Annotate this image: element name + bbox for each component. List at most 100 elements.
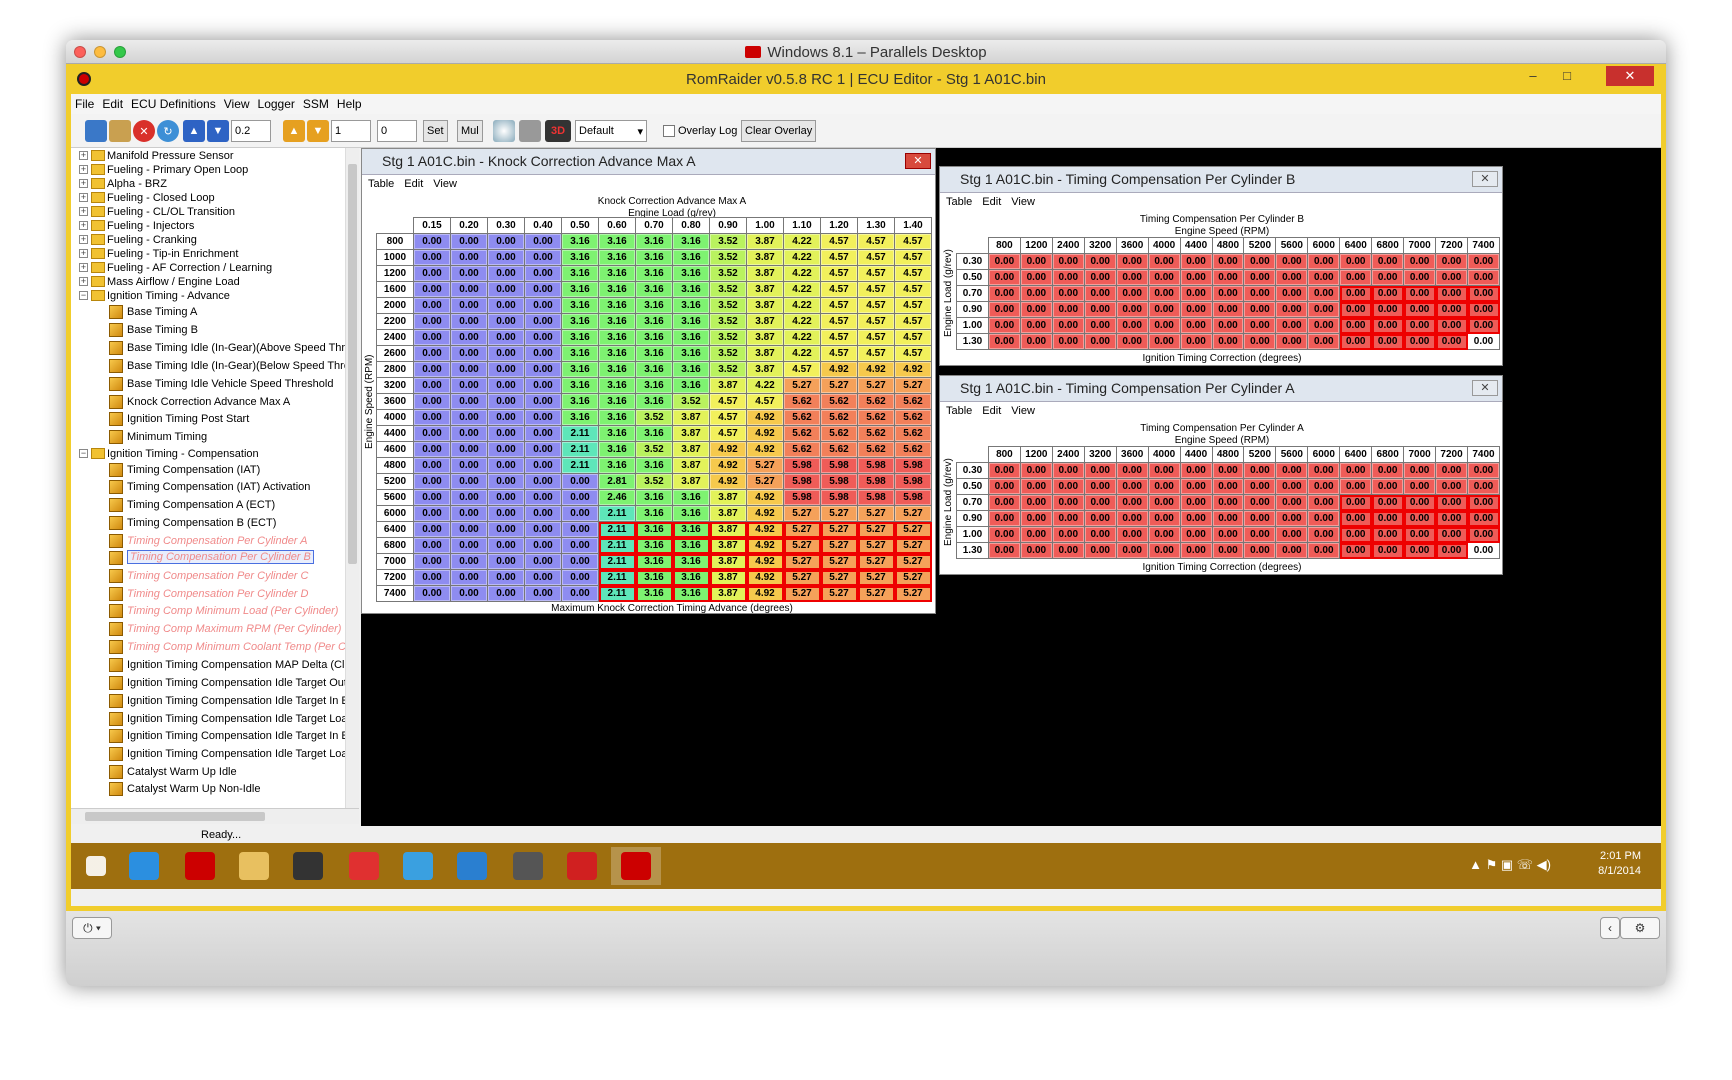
table-cell[interactable]: 0.00 <box>487 489 525 506</box>
tree-table-item[interactable]: Base Timing B <box>71 322 345 339</box>
table-cell[interactable]: 5.27 <box>857 505 895 522</box>
table-cell[interactable]: 0.00 <box>1083 301 1117 318</box>
table-cell[interactable]: 3.16 <box>561 313 599 330</box>
x-axis-header[interactable]: 1.20 <box>820 217 858 234</box>
table-cell[interactable]: 3.16 <box>672 489 710 506</box>
table-cell[interactable]: 4.22 <box>783 297 821 314</box>
table-cell[interactable]: 0.00 <box>1467 542 1500 559</box>
table-cell[interactable]: 0.00 <box>1115 253 1149 270</box>
table-cell[interactable]: 0.00 <box>450 489 488 506</box>
table-cell[interactable]: 0.00 <box>1339 494 1373 511</box>
y-axis-header[interactable]: 7200 <box>376 569 414 586</box>
table-cell[interactable]: 0.00 <box>1083 494 1117 511</box>
table-cell[interactable]: 0.00 <box>1051 478 1085 495</box>
table-cell[interactable]: 0.00 <box>1243 478 1277 495</box>
table-cell[interactable]: 3.16 <box>598 297 636 314</box>
table-cell[interactable]: 4.92 <box>820 361 858 378</box>
tree-table-item[interactable]: Base Timing Idle (In-Gear)(Above Speed T… <box>71 340 345 357</box>
y-axis-header[interactable]: 4800 <box>376 457 414 474</box>
table-cell[interactable]: 0.00 <box>524 265 562 282</box>
table-cell[interactable]: 3.87 <box>672 425 710 442</box>
table-cell[interactable]: 0.00 <box>524 489 562 506</box>
table-cell[interactable]: 0.00 <box>1339 269 1373 286</box>
table-cell[interactable]: 5.27 <box>746 457 784 474</box>
x-axis-header[interactable]: 1200 <box>1019 237 1053 254</box>
table-cell[interactable]: 3.16 <box>635 329 673 346</box>
table-cell[interactable]: 0.00 <box>1179 301 1213 318</box>
table-cell[interactable]: 3.52 <box>672 393 710 410</box>
table-cell[interactable]: 2.11 <box>598 537 636 554</box>
table-cell[interactable]: 0.00 <box>1115 462 1149 479</box>
table-cell[interactable]: 0.00 <box>487 409 525 426</box>
table-cell[interactable]: 0.00 <box>1243 526 1277 543</box>
table-cell[interactable]: 0.00 <box>1275 333 1309 350</box>
table-cell[interactable]: 0.00 <box>524 425 562 442</box>
table-cell[interactable]: 0.00 <box>1307 494 1341 511</box>
table-cell[interactable]: 0.00 <box>1339 478 1373 495</box>
table-cell[interactable]: 0.00 <box>1051 333 1085 350</box>
table-cell[interactable]: 3.16 <box>598 345 636 362</box>
table-cell[interactable]: 0.00 <box>413 345 451 362</box>
table-cell[interactable]: 5.27 <box>894 569 932 586</box>
table-cell[interactable]: 0.00 <box>1115 269 1149 286</box>
table-cell[interactable]: 0.00 <box>987 462 1021 479</box>
table-cell[interactable]: 3.16 <box>598 441 636 458</box>
x-axis-header[interactable]: 0.40 <box>524 217 562 234</box>
y-axis-header[interactable]: 4400 <box>376 425 414 442</box>
table-cell[interactable]: 0.00 <box>1019 510 1053 527</box>
expand-icon[interactable]: + <box>79 193 88 202</box>
y-axis-header[interactable]: 2400 <box>376 329 414 346</box>
table-cell[interactable]: 0.00 <box>1307 478 1341 495</box>
table-cell[interactable]: 0.00 <box>1275 285 1309 302</box>
table-cell[interactable]: 0.00 <box>1211 301 1245 318</box>
y-axis-header[interactable]: 0.70 <box>956 494 989 511</box>
table-cell[interactable]: 0.00 <box>1275 269 1309 286</box>
table-cell[interactable]: 3.16 <box>598 281 636 298</box>
table-cell[interactable]: 3.16 <box>672 281 710 298</box>
table-cell[interactable]: 0.00 <box>524 553 562 570</box>
table-cell[interactable]: 0.00 <box>1371 285 1405 302</box>
table-cell[interactable]: 3.16 <box>598 409 636 426</box>
table-cell[interactable]: 4.57 <box>709 393 747 410</box>
x-axis-header[interactable]: 0.80 <box>672 217 710 234</box>
collapse-icon[interactable]: − <box>79 449 88 458</box>
table-cell[interactable]: 4.22 <box>783 281 821 298</box>
table-cell[interactable]: 0.00 <box>1179 462 1213 479</box>
table-cell[interactable]: 5.27 <box>820 537 858 554</box>
table-cell[interactable]: 0.00 <box>1211 494 1245 511</box>
tree-table-item[interactable]: Timing Comp Minimum Coolant Temp (Per Cy… <box>71 639 345 656</box>
y-axis-header[interactable]: 2600 <box>376 345 414 362</box>
table-cell[interactable]: 0.00 <box>1403 317 1437 334</box>
y-axis-header[interactable]: 1000 <box>376 249 414 266</box>
table-cell[interactable]: 3.87 <box>709 537 747 554</box>
table-cell[interactable]: 4.57 <box>857 329 895 346</box>
knock-close-button[interactable]: ✕ <box>905 153 931 169</box>
table-cell[interactable]: 5.27 <box>857 569 895 586</box>
table-cell[interactable]: 0.00 <box>524 393 562 410</box>
table-cell[interactable]: 0.00 <box>1243 301 1277 318</box>
table-cell[interactable]: 0.00 <box>413 521 451 538</box>
table-cell[interactable]: 0.00 <box>1371 269 1405 286</box>
table-cell[interactable]: 4.57 <box>783 361 821 378</box>
y-axis-header[interactable]: 1200 <box>376 265 414 282</box>
table-cell[interactable]: 4.57 <box>894 345 932 362</box>
table-cell[interactable]: 0.00 <box>450 313 488 330</box>
table-cell[interactable]: 0.00 <box>487 361 525 378</box>
table-cell[interactable]: 5.62 <box>857 393 895 410</box>
table-cell[interactable]: 5.62 <box>783 409 821 426</box>
table-cell[interactable]: 3.16 <box>635 505 673 522</box>
table-cell[interactable]: 0.00 <box>1435 526 1468 543</box>
tree-table-item[interactable]: Timing Compensation A (ECT) <box>71 497 345 514</box>
y-axis-header[interactable]: 1600 <box>376 281 414 298</box>
knock-menu-view[interactable]: View <box>433 178 457 190</box>
table-cell[interactable]: 0.00 <box>1307 462 1341 479</box>
table-cell[interactable]: 3.87 <box>709 377 747 394</box>
table-cell[interactable]: 0.00 <box>1307 510 1341 527</box>
table-cell[interactable]: 5.27 <box>857 553 895 570</box>
table-cell[interactable]: 0.00 <box>1435 494 1468 511</box>
table-cell[interactable]: 5.27 <box>857 377 895 394</box>
table-cell[interactable]: 0.00 <box>1179 478 1213 495</box>
table-cell[interactable]: 0.00 <box>1243 333 1277 350</box>
table-cell[interactable]: 5.27 <box>783 585 821 602</box>
table-cell[interactable]: 0.00 <box>413 537 451 554</box>
